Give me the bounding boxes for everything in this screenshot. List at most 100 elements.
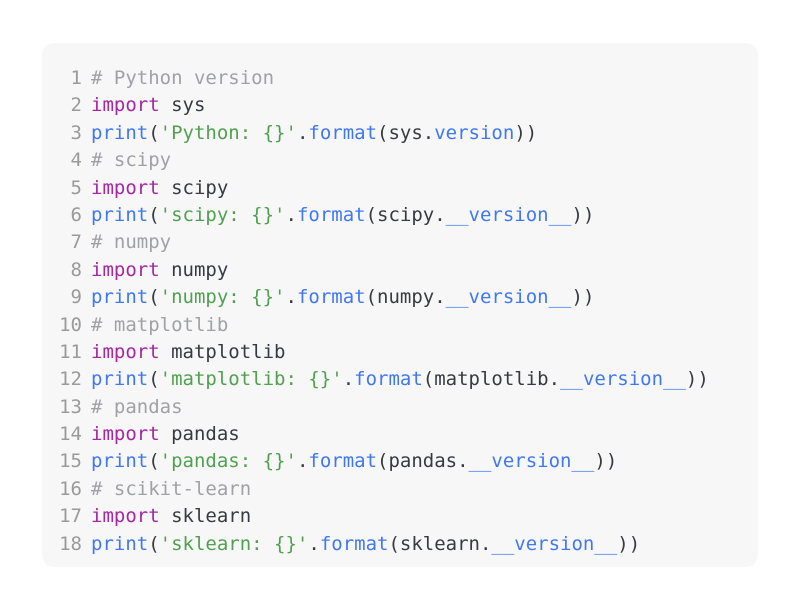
code-token: format [354, 368, 423, 391]
code-token: __version__ [560, 368, 686, 391]
code-token: ( [148, 121, 160, 144]
code-token: print [91, 203, 149, 226]
line-number: 16 [59, 477, 82, 500]
code-token: import [91, 94, 160, 117]
code-token: # scikit-learn [91, 477, 252, 500]
code-block[interactable]: 1 # Python version 2 import sys 3 print('Pyth… [42, 43, 758, 567]
code-text: import scipy [91, 175, 228, 202]
code-token: format [296, 203, 366, 226]
code-token: print [91, 532, 149, 555]
code-token: )) [514, 121, 538, 144]
line-number: 9 [70, 286, 82, 309]
code-token: . [342, 368, 355, 391]
code-token: 'matplotlib: {}' [159, 368, 343, 391]
line-number: 18 [59, 532, 82, 555]
code-token: )) [571, 203, 595, 226]
code-token: sklearn [159, 505, 252, 528]
line-number: 7 [70, 231, 82, 254]
line-number: 12 [59, 368, 82, 391]
code-token: ( [148, 532, 160, 555]
code-token: import [91, 176, 160, 199]
line-number: 10 [59, 313, 82, 336]
code-token: matplotlib [159, 340, 286, 363]
code-token: print [91, 121, 149, 144]
code-text: print('numpy: {}'.format(numpy.__version… [91, 284, 594, 311]
code-token: sys [159, 94, 206, 117]
code-token: format [296, 286, 366, 309]
code-line: 3 print('Python: {}'.format(sys.version)) [42, 120, 758, 147]
code-token: __version__ [468, 450, 595, 473]
code-token: ( [148, 203, 160, 226]
code-token: __version__ [445, 203, 572, 226]
code-token: format [308, 450, 378, 473]
line-number: 17 [59, 505, 82, 528]
code-token: (sys. [377, 121, 435, 144]
line-number: 2 [70, 94, 82, 117]
code-line: 14 import pandas [42, 421, 758, 448]
code-line: 5 import scipy [42, 175, 758, 202]
line-number: 1 [70, 67, 82, 89]
code-token: numpy [159, 258, 229, 281]
line-number: 4 [70, 149, 82, 172]
code-token: . [285, 286, 297, 309]
code-line: 16 # scikit-learn [42, 476, 758, 503]
code-text: # matplotlib [91, 312, 228, 339]
line-number: 11 [59, 340, 82, 363]
code-token: format [308, 121, 378, 144]
code-token: format [319, 532, 389, 555]
code-text: print('sklearn: {}'.format(sklearn.__ver… [91, 531, 640, 558]
code-token: print [91, 286, 149, 309]
code-line: 2 import sys [42, 92, 758, 119]
code-text: print('Python: {}'.format(sys.version)) [91, 120, 537, 147]
code-token: import [91, 340, 160, 363]
code-token: import [91, 258, 160, 281]
code-text: import matplotlib [91, 339, 285, 366]
code-token: import [91, 423, 160, 446]
code-line: 8 import numpy [42, 257, 758, 284]
code-line: 18 print('sklearn: {}'.format(sklearn.__v… [42, 531, 758, 558]
code-line: 17 import sklearn [42, 503, 758, 530]
code-text: # numpy [91, 229, 171, 256]
code-text: import sys [91, 92, 205, 119]
code-token: )) [685, 368, 709, 391]
code-line: 7 # numpy [42, 229, 758, 256]
code-line: 1 # Python version [42, 65, 758, 92]
code-token: . [296, 121, 309, 144]
code-token: . [308, 532, 320, 555]
code-token: )) [594, 450, 618, 473]
line-number: 5 [70, 176, 82, 199]
code-text: # scikit-learn [91, 476, 251, 503]
code-token: # Python version [91, 67, 275, 89]
code-token: (scipy. [365, 203, 446, 226]
code-token: # numpy [91, 231, 172, 254]
code-token: pandas [159, 423, 240, 446]
line-number: 6 [70, 203, 82, 226]
line-number: 13 [59, 395, 82, 418]
code-token: )) [571, 286, 595, 309]
code-token: ( [148, 368, 160, 391]
code-token: )) [617, 532, 641, 555]
code-token: . [296, 450, 309, 473]
code-text: # scipy [91, 147, 171, 174]
code-token: (matplotlib. [422, 368, 561, 391]
code-text: print('matplotlib: {}'.format(matplotlib… [91, 366, 709, 393]
line-number: 15 [59, 450, 82, 473]
code-text: # Python version [91, 65, 274, 92]
code-token: ( [148, 450, 160, 473]
code-token: (numpy. [365, 286, 446, 309]
code-token: version [434, 121, 515, 144]
code-token: __version__ [491, 532, 618, 555]
code-line: 4 # scipy [42, 147, 758, 174]
code-token: 'pandas: {}' [159, 450, 297, 473]
code-line: 13 # pandas [42, 394, 758, 421]
code-line: 11 import matplotlib [42, 339, 758, 366]
code-line: 12 print('matplotlib: {}'.format(matplotl… [42, 366, 758, 393]
code-line: 15 print('pandas: {}'.format(pandas.__ver… [42, 448, 758, 475]
code-token: print [91, 450, 149, 473]
code-token: import [91, 505, 160, 528]
code-text: import pandas [91, 421, 240, 448]
code-token: (sklearn. [388, 532, 492, 555]
line-number: 14 [59, 423, 82, 446]
code-token: 'scipy: {}' [159, 203, 286, 226]
code-token: 'sklearn: {}' [159, 532, 309, 555]
